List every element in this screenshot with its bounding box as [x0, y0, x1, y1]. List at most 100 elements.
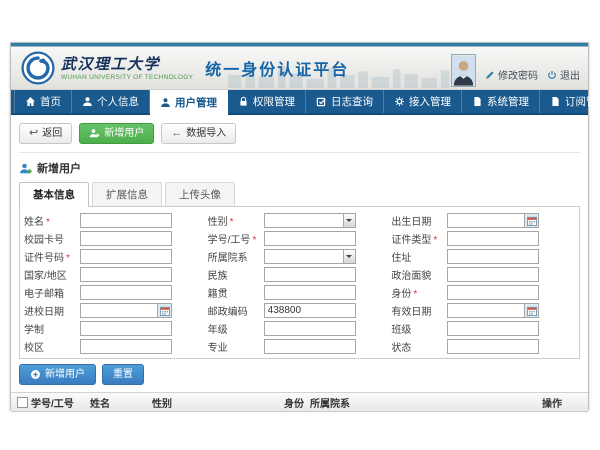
- required-asterisk: *: [46, 217, 50, 228]
- chevron-down-icon[interactable]: [343, 214, 355, 227]
- data-import-button[interactable]: ← 数据导入: [161, 123, 236, 144]
- native-place-label: 籍贯: [208, 285, 264, 300]
- nav-tab-permissions[interactable]: 权限管理: [228, 90, 306, 113]
- student-id-input[interactable]: [265, 232, 355, 245]
- plus-circle-icon: [30, 369, 41, 380]
- avatar: [451, 54, 476, 87]
- country-region-field: 国家/地区: [24, 267, 208, 282]
- campus-card-input[interactable]: [81, 232, 171, 245]
- new-user-toolbar-button[interactable]: 新增用户: [79, 123, 154, 144]
- campus-input[interactable]: [81, 340, 171, 353]
- form-actions: 新增用户 重置: [19, 364, 580, 385]
- valid-date-input[interactable]: [448, 304, 524, 317]
- status-input[interactable]: [448, 340, 538, 353]
- postal-code-field: 邮政编码: [208, 303, 392, 318]
- political-status-label: 政治面貌: [391, 267, 447, 282]
- country-region-label: 国家/地区: [24, 267, 80, 282]
- address-label: 住址: [391, 249, 447, 264]
- nav-tab-profile[interactable]: 个人信息: [72, 90, 150, 113]
- major-input[interactable]: [265, 340, 355, 353]
- university-logo-icon: [21, 51, 55, 85]
- reset-button[interactable]: 重置: [102, 364, 144, 385]
- new-user-icon: [19, 162, 32, 175]
- gender-input[interactable]: [265, 214, 343, 227]
- back-button[interactable]: ↩ 返回: [19, 123, 72, 144]
- email-input[interactable]: [81, 286, 171, 299]
- name-input[interactable]: [81, 214, 171, 227]
- user-table-header: 学号/工号姓名性别身份所属院系操作: [11, 392, 588, 412]
- user-icon: [82, 96, 93, 107]
- tab-basic-info[interactable]: 基本信息: [19, 182, 89, 207]
- country-region-input[interactable]: [81, 268, 171, 281]
- home-icon: [25, 96, 36, 107]
- logout-link[interactable]: 退出: [547, 67, 580, 82]
- valid-date-label: 有效日期: [391, 303, 447, 318]
- calendar-button[interactable]: [157, 304, 171, 317]
- political-status-field: 政治面貌: [391, 267, 575, 282]
- required-asterisk: *: [413, 289, 417, 300]
- document-icon: [472, 96, 483, 107]
- nav-tab-logs[interactable]: 日志查询: [306, 90, 384, 113]
- nav-tab-system[interactable]: 系统管理: [462, 90, 540, 113]
- department-label: 所属院系: [208, 249, 264, 264]
- calendar-button[interactable]: [524, 304, 538, 317]
- toolbar-divider: [19, 152, 580, 153]
- name-label: 姓名*: [24, 213, 80, 228]
- id-number-label: 证件号码*: [24, 249, 80, 264]
- form-grid: 姓名*性别*出生日期校园卡号学号/工号*证件类型*证件号码*所属院系住址国家/地…: [24, 213, 575, 354]
- education-length-label: 学制: [24, 321, 80, 336]
- entry-date-label: 进校日期: [24, 303, 80, 318]
- form-tabs: 基本信息扩展信息上传头像: [19, 182, 580, 206]
- calendar-button[interactable]: [524, 214, 538, 227]
- nav-tab-home[interactable]: 首页: [14, 90, 72, 113]
- campus-label: 校区: [24, 339, 80, 354]
- identity-label: 身份*: [391, 285, 447, 300]
- birth-date-field: 出生日期: [391, 213, 575, 228]
- column-header-gender: 性别: [152, 395, 284, 410]
- nav-tab-subscription[interactable]: 订阅管理: [540, 90, 600, 113]
- identity-field: 身份*: [391, 285, 575, 300]
- major-field: 专业: [208, 339, 392, 354]
- section-title: 新增用户: [19, 160, 580, 176]
- power-icon: [547, 70, 557, 80]
- column-header-department: 所属院系: [310, 395, 542, 410]
- id-number-input[interactable]: [81, 250, 171, 263]
- entry-date-input[interactable]: [81, 304, 157, 317]
- ethnicity-input[interactable]: [265, 268, 355, 281]
- education-length-input[interactable]: [81, 322, 171, 335]
- column-header-name: 姓名: [90, 395, 152, 410]
- status-field: 状态: [391, 339, 575, 354]
- native-place-input[interactable]: [265, 286, 355, 299]
- user-area: 修改密码 退出: [451, 51, 580, 87]
- change-password-link[interactable]: 修改密码: [485, 67, 538, 82]
- select-all-checkbox[interactable]: [17, 397, 28, 408]
- ethnicity-label: 民族: [208, 267, 264, 282]
- id-type-field: 证件类型*: [391, 231, 575, 246]
- nav-tab-users[interactable]: 用户管理: [150, 90, 228, 115]
- gender-label: 性别*: [208, 213, 264, 228]
- grade-input[interactable]: [265, 322, 355, 335]
- postal-code-input[interactable]: [265, 304, 355, 317]
- political-status-input[interactable]: [448, 268, 538, 281]
- identity-input[interactable]: [448, 286, 538, 299]
- id-type-label: 证件类型*: [391, 231, 447, 246]
- chevron-down-icon[interactable]: [343, 250, 355, 263]
- platform-title: 统一身份认证平台: [205, 56, 349, 80]
- campus-card-field: 校园卡号: [24, 231, 208, 246]
- tab-upload-avatar[interactable]: 上传头像: [165, 182, 235, 206]
- grade-label: 年级: [208, 321, 264, 336]
- email-label: 电子邮箱: [24, 285, 80, 300]
- name-field: 姓名*: [24, 213, 208, 228]
- tab-extended-info[interactable]: 扩展信息: [92, 182, 162, 206]
- campus-field: 校区: [24, 339, 208, 354]
- class-input[interactable]: [448, 322, 538, 335]
- required-asterisk: *: [66, 253, 70, 264]
- address-input[interactable]: [448, 250, 538, 263]
- nav-tab-access[interactable]: 接入管理: [384, 90, 462, 113]
- id-type-input[interactable]: [448, 232, 538, 245]
- user-add-icon: [89, 128, 100, 139]
- birth-date-input[interactable]: [448, 214, 524, 227]
- add-user-submit-button[interactable]: 新增用户: [19, 364, 96, 385]
- department-input[interactable]: [265, 250, 343, 263]
- brand-names: 武汉理工大学 WUHAN UNIVERSITY OF TECHNOLOGY: [61, 56, 193, 81]
